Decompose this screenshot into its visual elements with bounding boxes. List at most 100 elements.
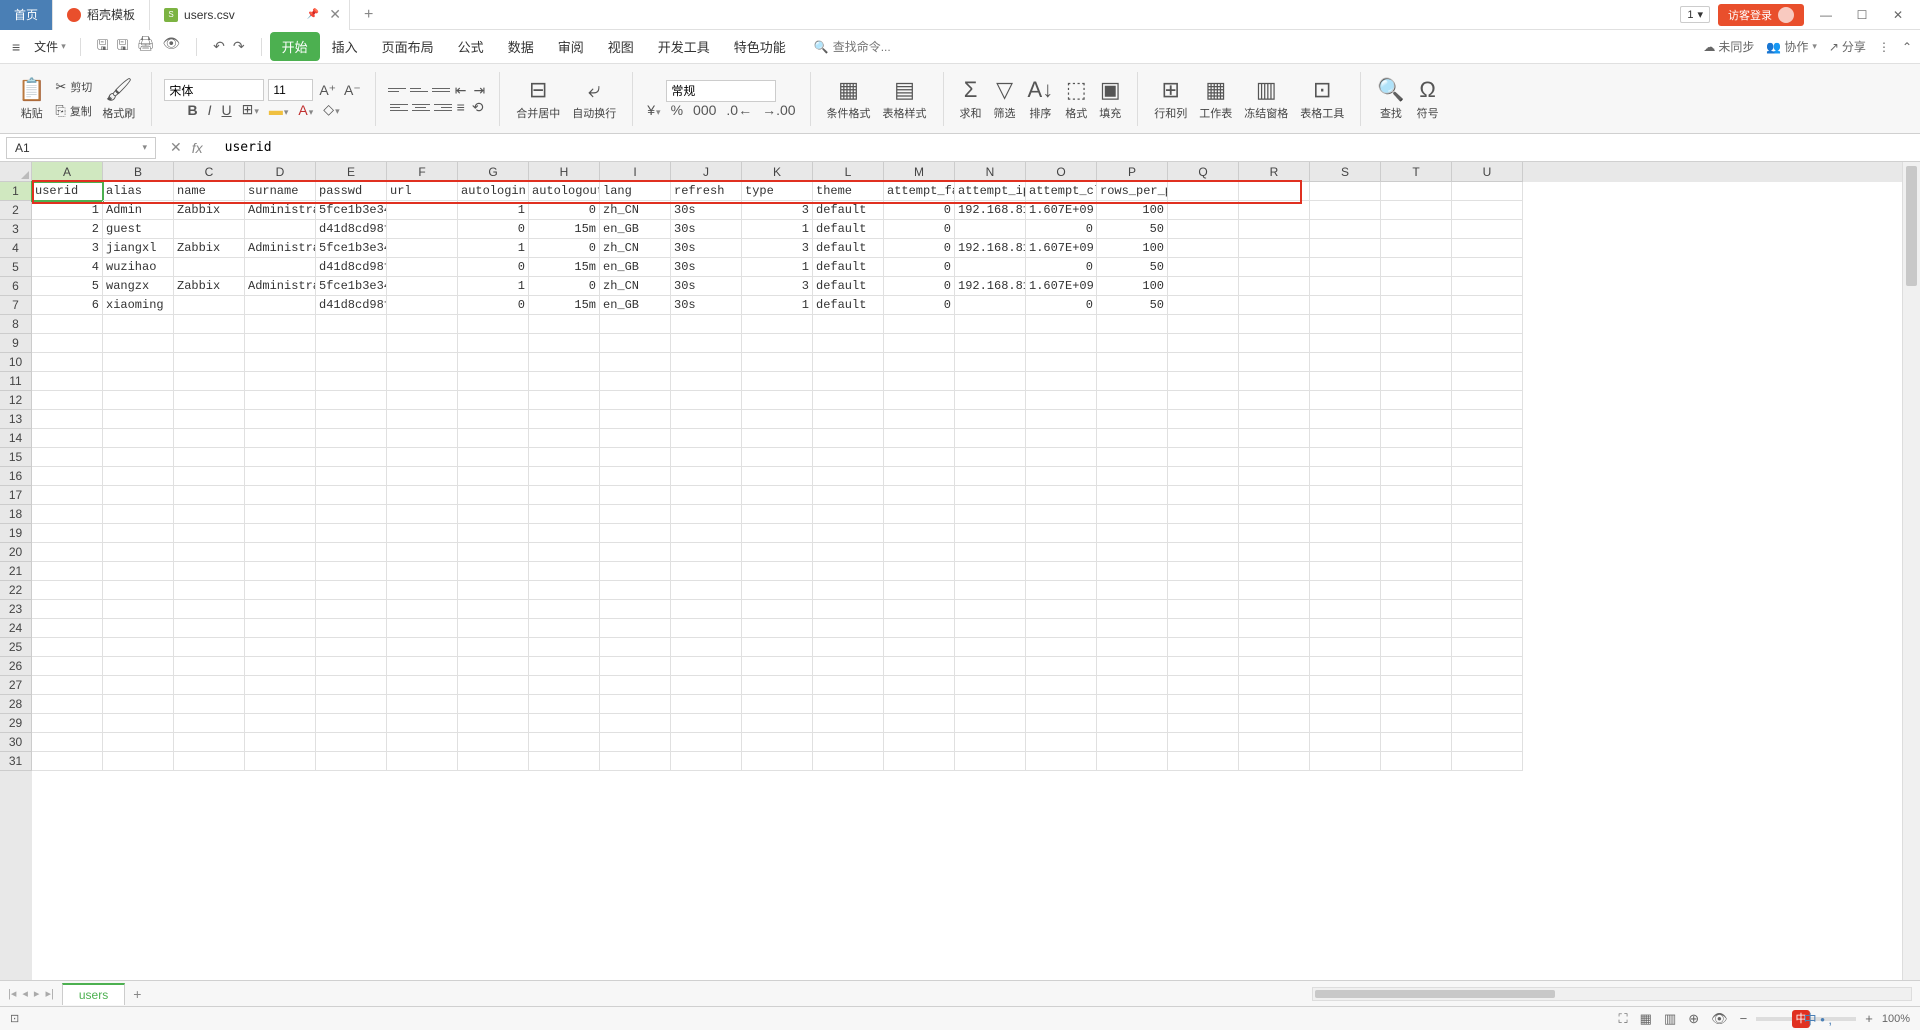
cell[interactable]: 192.168.81 [955, 201, 1026, 220]
cell[interactable]: 30s [671, 277, 742, 296]
row-header[interactable]: 26 [0, 657, 32, 676]
cell[interactable] [1452, 239, 1523, 258]
cell[interactable] [884, 695, 955, 714]
redo-icon[interactable]: ↷ [233, 38, 245, 55]
cell[interactable] [671, 505, 742, 524]
row-header[interactable]: 15 [0, 448, 32, 467]
cell[interactable] [529, 334, 600, 353]
menu-tab-4[interactable]: 数据 [496, 32, 546, 61]
cell[interactable]: 1.607E+09 [1026, 277, 1097, 296]
cell[interactable] [1097, 486, 1168, 505]
zoom-level[interactable]: 100% [1882, 1013, 1910, 1025]
name-box[interactable]: A1▾ [6, 137, 156, 159]
cell[interactable] [387, 638, 458, 657]
cell[interactable] [529, 448, 600, 467]
col-header[interactable]: K [742, 162, 813, 182]
cell[interactable] [316, 733, 387, 752]
cell[interactable] [1026, 695, 1097, 714]
cell[interactable] [1239, 524, 1310, 543]
cell[interactable] [174, 334, 245, 353]
cell[interactable] [1026, 372, 1097, 391]
row-header[interactable]: 22 [0, 581, 32, 600]
cell[interactable] [529, 505, 600, 524]
cell[interactable] [1239, 182, 1310, 201]
cell[interactable] [671, 657, 742, 676]
cell[interactable]: 0 [529, 201, 600, 220]
cell[interactable] [884, 638, 955, 657]
cell[interactable] [1452, 562, 1523, 581]
cell[interactable] [1381, 562, 1452, 581]
cell[interactable] [1381, 600, 1452, 619]
close-icon[interactable]: ✕ [329, 6, 341, 23]
cell[interactable] [955, 334, 1026, 353]
cell[interactable] [955, 448, 1026, 467]
cell[interactable]: surname [245, 182, 316, 201]
cell[interactable] [1239, 581, 1310, 600]
cell[interactable] [529, 429, 600, 448]
cell[interactable] [1452, 334, 1523, 353]
cell[interactable] [174, 619, 245, 638]
cell[interactable] [103, 695, 174, 714]
view-normal-icon[interactable]: ▦ [1637, 1011, 1655, 1027]
cell[interactable] [884, 619, 955, 638]
cell[interactable] [600, 391, 671, 410]
cell[interactable] [742, 486, 813, 505]
row-header[interactable]: 13 [0, 410, 32, 429]
cell[interactable] [1381, 543, 1452, 562]
cell[interactable] [316, 524, 387, 543]
cell[interactable] [1452, 733, 1523, 752]
cell[interactable] [1310, 220, 1381, 239]
cell[interactable] [813, 676, 884, 695]
cell[interactable] [387, 524, 458, 543]
cell[interactable]: autologout [529, 182, 600, 201]
cell[interactable] [1452, 315, 1523, 334]
fill-button[interactable]: ▣填充 [1095, 75, 1125, 123]
col-header[interactable]: R [1239, 162, 1310, 182]
minimize-button[interactable]: — [1812, 3, 1840, 27]
cell[interactable] [1168, 410, 1239, 429]
cell[interactable] [1168, 258, 1239, 277]
cell[interactable] [387, 581, 458, 600]
cell[interactable] [245, 638, 316, 657]
rowcol-button[interactable]: ⊞行和列 [1150, 75, 1191, 123]
zoom-out-icon[interactable]: − [1737, 1011, 1751, 1026]
cell[interactable] [1026, 562, 1097, 581]
cell[interactable] [884, 334, 955, 353]
cell[interactable]: zh_CN [600, 201, 671, 220]
cell[interactable] [1239, 258, 1310, 277]
cell[interactable] [1310, 182, 1381, 201]
font-color-button[interactable]: A▾ [296, 102, 315, 118]
cell[interactable] [1452, 752, 1523, 771]
cell[interactable] [103, 505, 174, 524]
cell[interactable] [1310, 695, 1381, 714]
add-sheet-button[interactable]: + [133, 986, 141, 1002]
cell[interactable] [813, 353, 884, 372]
cell[interactable] [316, 619, 387, 638]
cell[interactable] [813, 600, 884, 619]
cell[interactable] [529, 391, 600, 410]
cell[interactable] [1168, 182, 1239, 201]
cell[interactable] [529, 486, 600, 505]
cell[interactable]: 15m [529, 258, 600, 277]
cell[interactable] [1452, 220, 1523, 239]
col-header[interactable]: C [174, 162, 245, 182]
cell[interactable] [884, 676, 955, 695]
window-count-badge[interactable]: 1▾ [1680, 6, 1710, 23]
cell[interactable] [1381, 391, 1452, 410]
cell[interactable] [671, 752, 742, 771]
cell[interactable] [742, 638, 813, 657]
cell[interactable] [955, 581, 1026, 600]
cell[interactable] [316, 581, 387, 600]
cell[interactable] [1381, 201, 1452, 220]
cell[interactable]: 0 [529, 239, 600, 258]
cell[interactable] [529, 619, 600, 638]
cell[interactable] [813, 448, 884, 467]
cell[interactable]: wangzx [103, 277, 174, 296]
cell[interactable]: 5fce1b3e34b520afeffb [316, 239, 387, 258]
cell[interactable] [1026, 543, 1097, 562]
col-header[interactable]: S [1310, 162, 1381, 182]
cell[interactable] [32, 638, 103, 657]
cell[interactable] [103, 448, 174, 467]
row-header[interactable]: 6 [0, 277, 32, 296]
cell[interactable] [671, 600, 742, 619]
